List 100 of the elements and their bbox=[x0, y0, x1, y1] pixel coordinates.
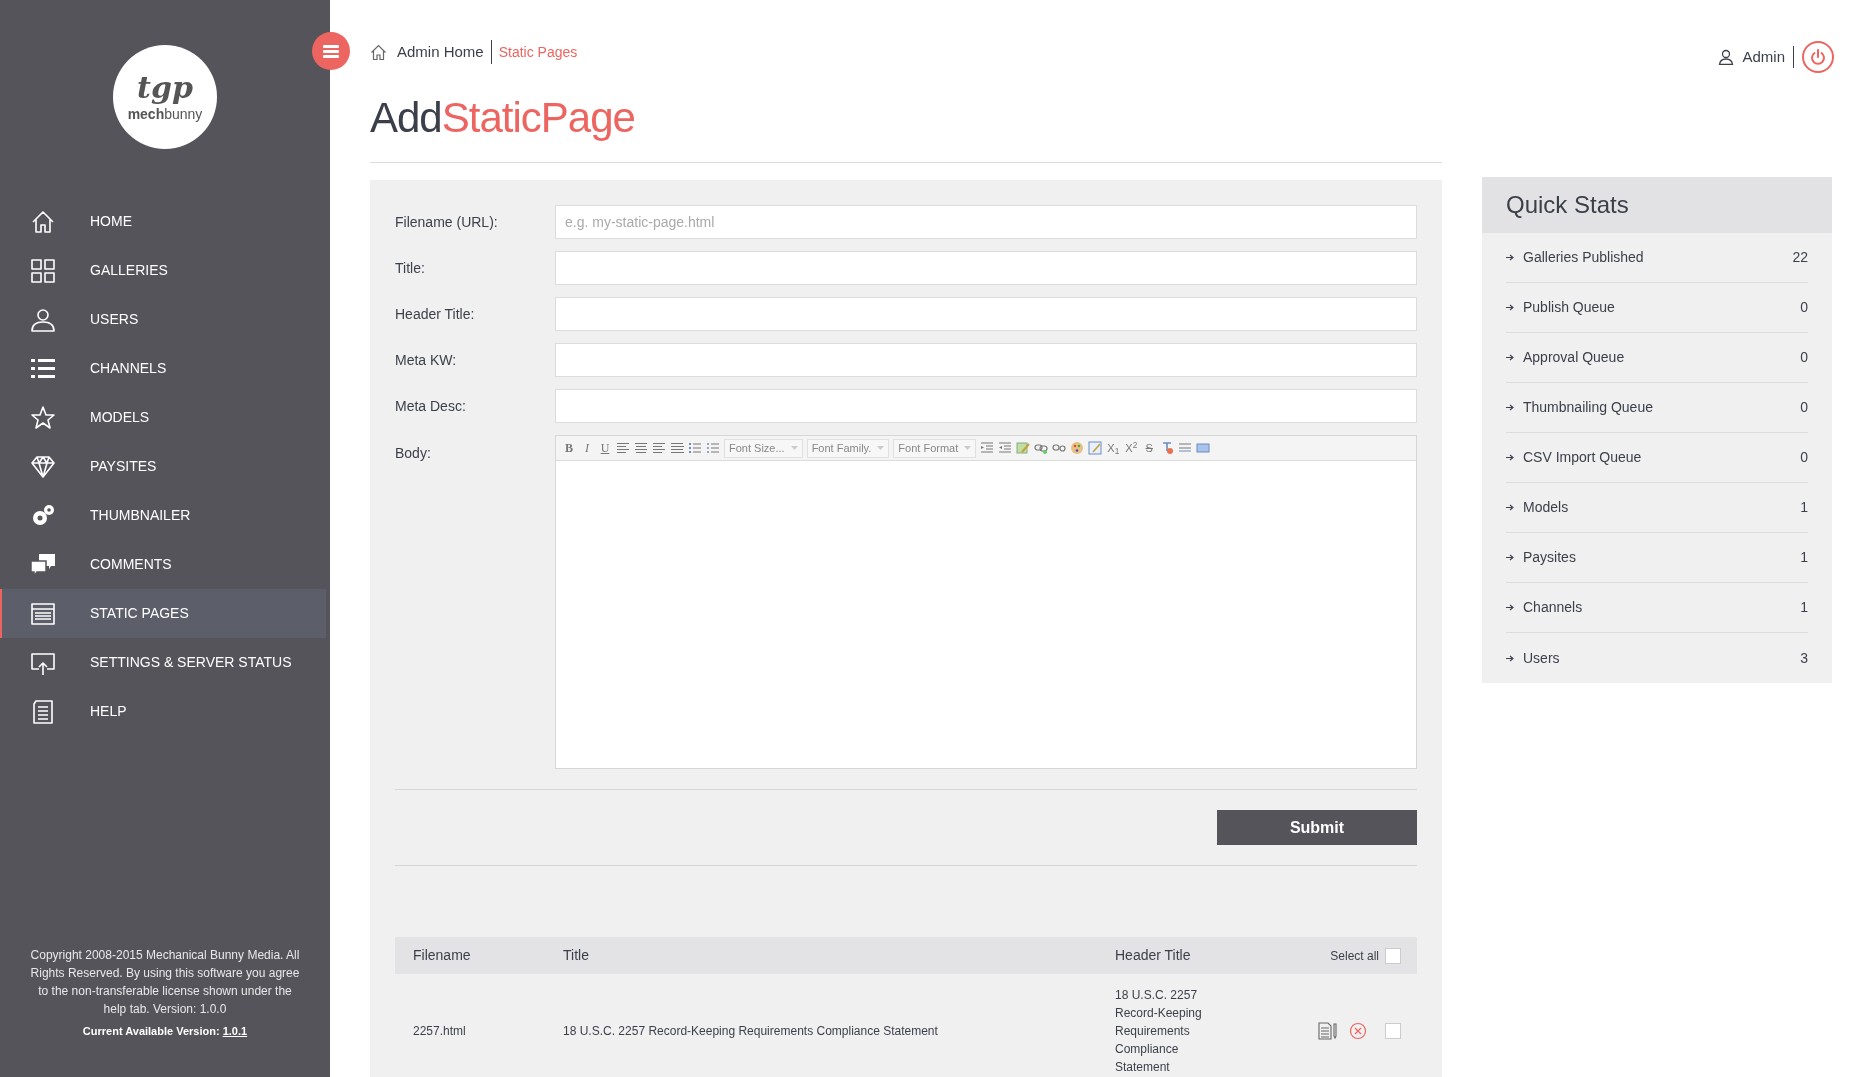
justify-icon[interactable] bbox=[670, 441, 684, 455]
nav-item[interactable]: PAYSITES bbox=[0, 442, 330, 491]
nav-item[interactable]: HOME bbox=[0, 197, 330, 246]
nav-item[interactable]: THUMBNAILER bbox=[0, 491, 330, 540]
format-button[interactable]: U bbox=[598, 439, 612, 457]
arrow-icon bbox=[1506, 604, 1514, 611]
arrow-icon bbox=[1506, 254, 1514, 261]
nav-item[interactable]: CHANNELS bbox=[0, 344, 330, 393]
indent-icon[interactable] bbox=[998, 441, 1013, 455]
stat-link[interactable]: CSV Import Queue bbox=[1523, 447, 1642, 468]
stat-link[interactable]: Publish Queue bbox=[1523, 297, 1615, 318]
grid-icon bbox=[30, 257, 56, 284]
stat-link[interactable]: Galleries Published bbox=[1523, 247, 1644, 268]
edit-image-icon[interactable] bbox=[1088, 441, 1103, 455]
format-button[interactable]: X$^{2}$ bbox=[1124, 441, 1139, 455]
field-label: Filename (URL): bbox=[395, 212, 499, 232]
nav-item[interactable]: SETTINGS & SERVER STATUS bbox=[0, 638, 330, 687]
stat-link[interactable]: Paysites bbox=[1523, 547, 1576, 568]
bullet-list-icon[interactable] bbox=[706, 441, 720, 455]
nav-item[interactable]: COMMENTS bbox=[0, 540, 330, 589]
edit-document-icon[interactable] bbox=[1318, 1022, 1337, 1040]
select-all-label: Select all bbox=[1330, 947, 1379, 965]
horizontal-rule-icon[interactable] bbox=[1178, 441, 1193, 455]
column-header: Header Title bbox=[1115, 946, 1192, 965]
arrow-icon bbox=[1506, 304, 1514, 311]
panel-title: Quick Stats bbox=[1506, 190, 1629, 220]
arrow-icon bbox=[1506, 554, 1514, 561]
format-button[interactable]: I bbox=[580, 439, 594, 457]
stat-value: 3 bbox=[1800, 648, 1808, 668]
palette-icon[interactable] bbox=[1070, 441, 1085, 455]
column-header: Title bbox=[563, 946, 590, 965]
stat-value: 0 bbox=[1800, 398, 1808, 417]
arrow-icon bbox=[1506, 654, 1514, 662]
numbered-list-icon[interactable] bbox=[688, 441, 702, 455]
link-icon[interactable] bbox=[1034, 441, 1049, 455]
field-label: Body: bbox=[395, 444, 432, 463]
text-input[interactable] bbox=[555, 297, 1417, 331]
text-input[interactable] bbox=[555, 251, 1417, 285]
clear-format-icon[interactable] bbox=[1160, 441, 1175, 455]
html-source-icon[interactable] bbox=[1196, 441, 1211, 455]
format-button[interactable]: X$_{1}$ bbox=[1106, 441, 1121, 455]
version-link[interactable]: 1.0.1 bbox=[222, 1024, 248, 1037]
unlink-icon[interactable] bbox=[1052, 441, 1067, 455]
align-left-icon[interactable] bbox=[616, 441, 630, 455]
text-input[interactable] bbox=[555, 389, 1417, 423]
table-cell-text: 2257.html bbox=[413, 1023, 467, 1040]
document-icon bbox=[30, 698, 56, 725]
breadcrumb-link[interactable]: Admin Home bbox=[397, 40, 484, 64]
row-checkbox[interactable] bbox=[1385, 1023, 1401, 1039]
editor-dropdown[interactable]: Font Size... bbox=[724, 438, 803, 458]
user-icon bbox=[30, 306, 56, 333]
nav-item[interactable]: STATIC PAGES bbox=[0, 589, 326, 638]
arrow-icon bbox=[1506, 354, 1514, 361]
copyright-text: Copyright 2008-2015 Mechanical Bunny Media. All Rights Reserved. By using this software you agree to the non-transferable license shown under the help tab. Version: 1.0.0 bbox=[30, 946, 300, 1018]
nav-item[interactable]: HELP bbox=[0, 687, 330, 736]
arrow-icon bbox=[1506, 454, 1514, 461]
home-icon bbox=[370, 43, 387, 61]
menu-toggle-button[interactable] bbox=[312, 32, 350, 70]
stat-link[interactable]: Thumbnailing Queue bbox=[1523, 397, 1653, 418]
user-icon bbox=[1718, 49, 1735, 65]
user-name[interactable]: Admin bbox=[1742, 45, 1785, 69]
logout-button[interactable] bbox=[1802, 41, 1834, 73]
web-page-icon bbox=[30, 600, 56, 627]
stat-value: 0 bbox=[1800, 348, 1808, 367]
table-cell-text: 18 U.S.C. 2257 Record-Keeping Requirements Compliance Statement bbox=[1115, 987, 1203, 1076]
stat-link[interactable]: Users bbox=[1523, 647, 1560, 669]
stat-link[interactable]: Approval Queue bbox=[1523, 347, 1625, 368]
stat-value: 1 bbox=[1800, 548, 1808, 567]
align-right-icon[interactable] bbox=[652, 441, 666, 455]
stat-value: 0 bbox=[1800, 448, 1808, 467]
version-text: Current Available Version: 1.0.1 bbox=[81, 1023, 249, 1039]
submit-button[interactable]: Submit bbox=[1217, 810, 1417, 845]
text-input[interactable] bbox=[555, 343, 1417, 377]
nav-item[interactable]: GALLERIES bbox=[0, 246, 330, 295]
format-button[interactable]: S bbox=[1142, 441, 1157, 455]
stat-link[interactable]: Models bbox=[1523, 497, 1569, 518]
field-label: Meta Desc: bbox=[395, 396, 467, 416]
align-center-icon[interactable] bbox=[634, 441, 648, 455]
caret-icon bbox=[964, 446, 972, 450]
power-icon bbox=[1810, 49, 1826, 65]
menu-icon bbox=[323, 44, 339, 58]
select-all-checkbox[interactable] bbox=[1385, 947, 1401, 964]
table-cell-text: 18 U.S.C. 2257 Record-Keeping Requirements Compliance Statement bbox=[563, 1023, 939, 1040]
nav-item[interactable]: MODELS bbox=[0, 393, 330, 442]
stat-value: 1 bbox=[1800, 598, 1808, 617]
pencil-note-icon[interactable] bbox=[1016, 441, 1031, 455]
diamond-icon bbox=[30, 453, 56, 480]
rich-text-editor[interactable]: B I U Font Size... Font Family. Font Format X$_{1}$ X$^{2}$ S bbox=[555, 435, 1417, 769]
nav-item[interactable]: USERS bbox=[0, 295, 330, 344]
delete-icon[interactable] bbox=[1349, 1022, 1367, 1040]
logo[interactable]: tgp mechbunny bbox=[113, 45, 217, 149]
stat-link[interactable]: Channels bbox=[1523, 597, 1583, 618]
stat-value: 1 bbox=[1800, 498, 1808, 517]
star-icon bbox=[30, 404, 56, 431]
arrow-icon bbox=[1506, 504, 1514, 511]
arrow-icon bbox=[1506, 404, 1514, 411]
stat-value: 0 bbox=[1800, 298, 1808, 317]
format-button[interactable]: B bbox=[562, 439, 576, 457]
text-input[interactable]: e.g. my-static-page.html bbox=[555, 205, 1417, 239]
outdent-icon[interactable] bbox=[980, 441, 995, 455]
